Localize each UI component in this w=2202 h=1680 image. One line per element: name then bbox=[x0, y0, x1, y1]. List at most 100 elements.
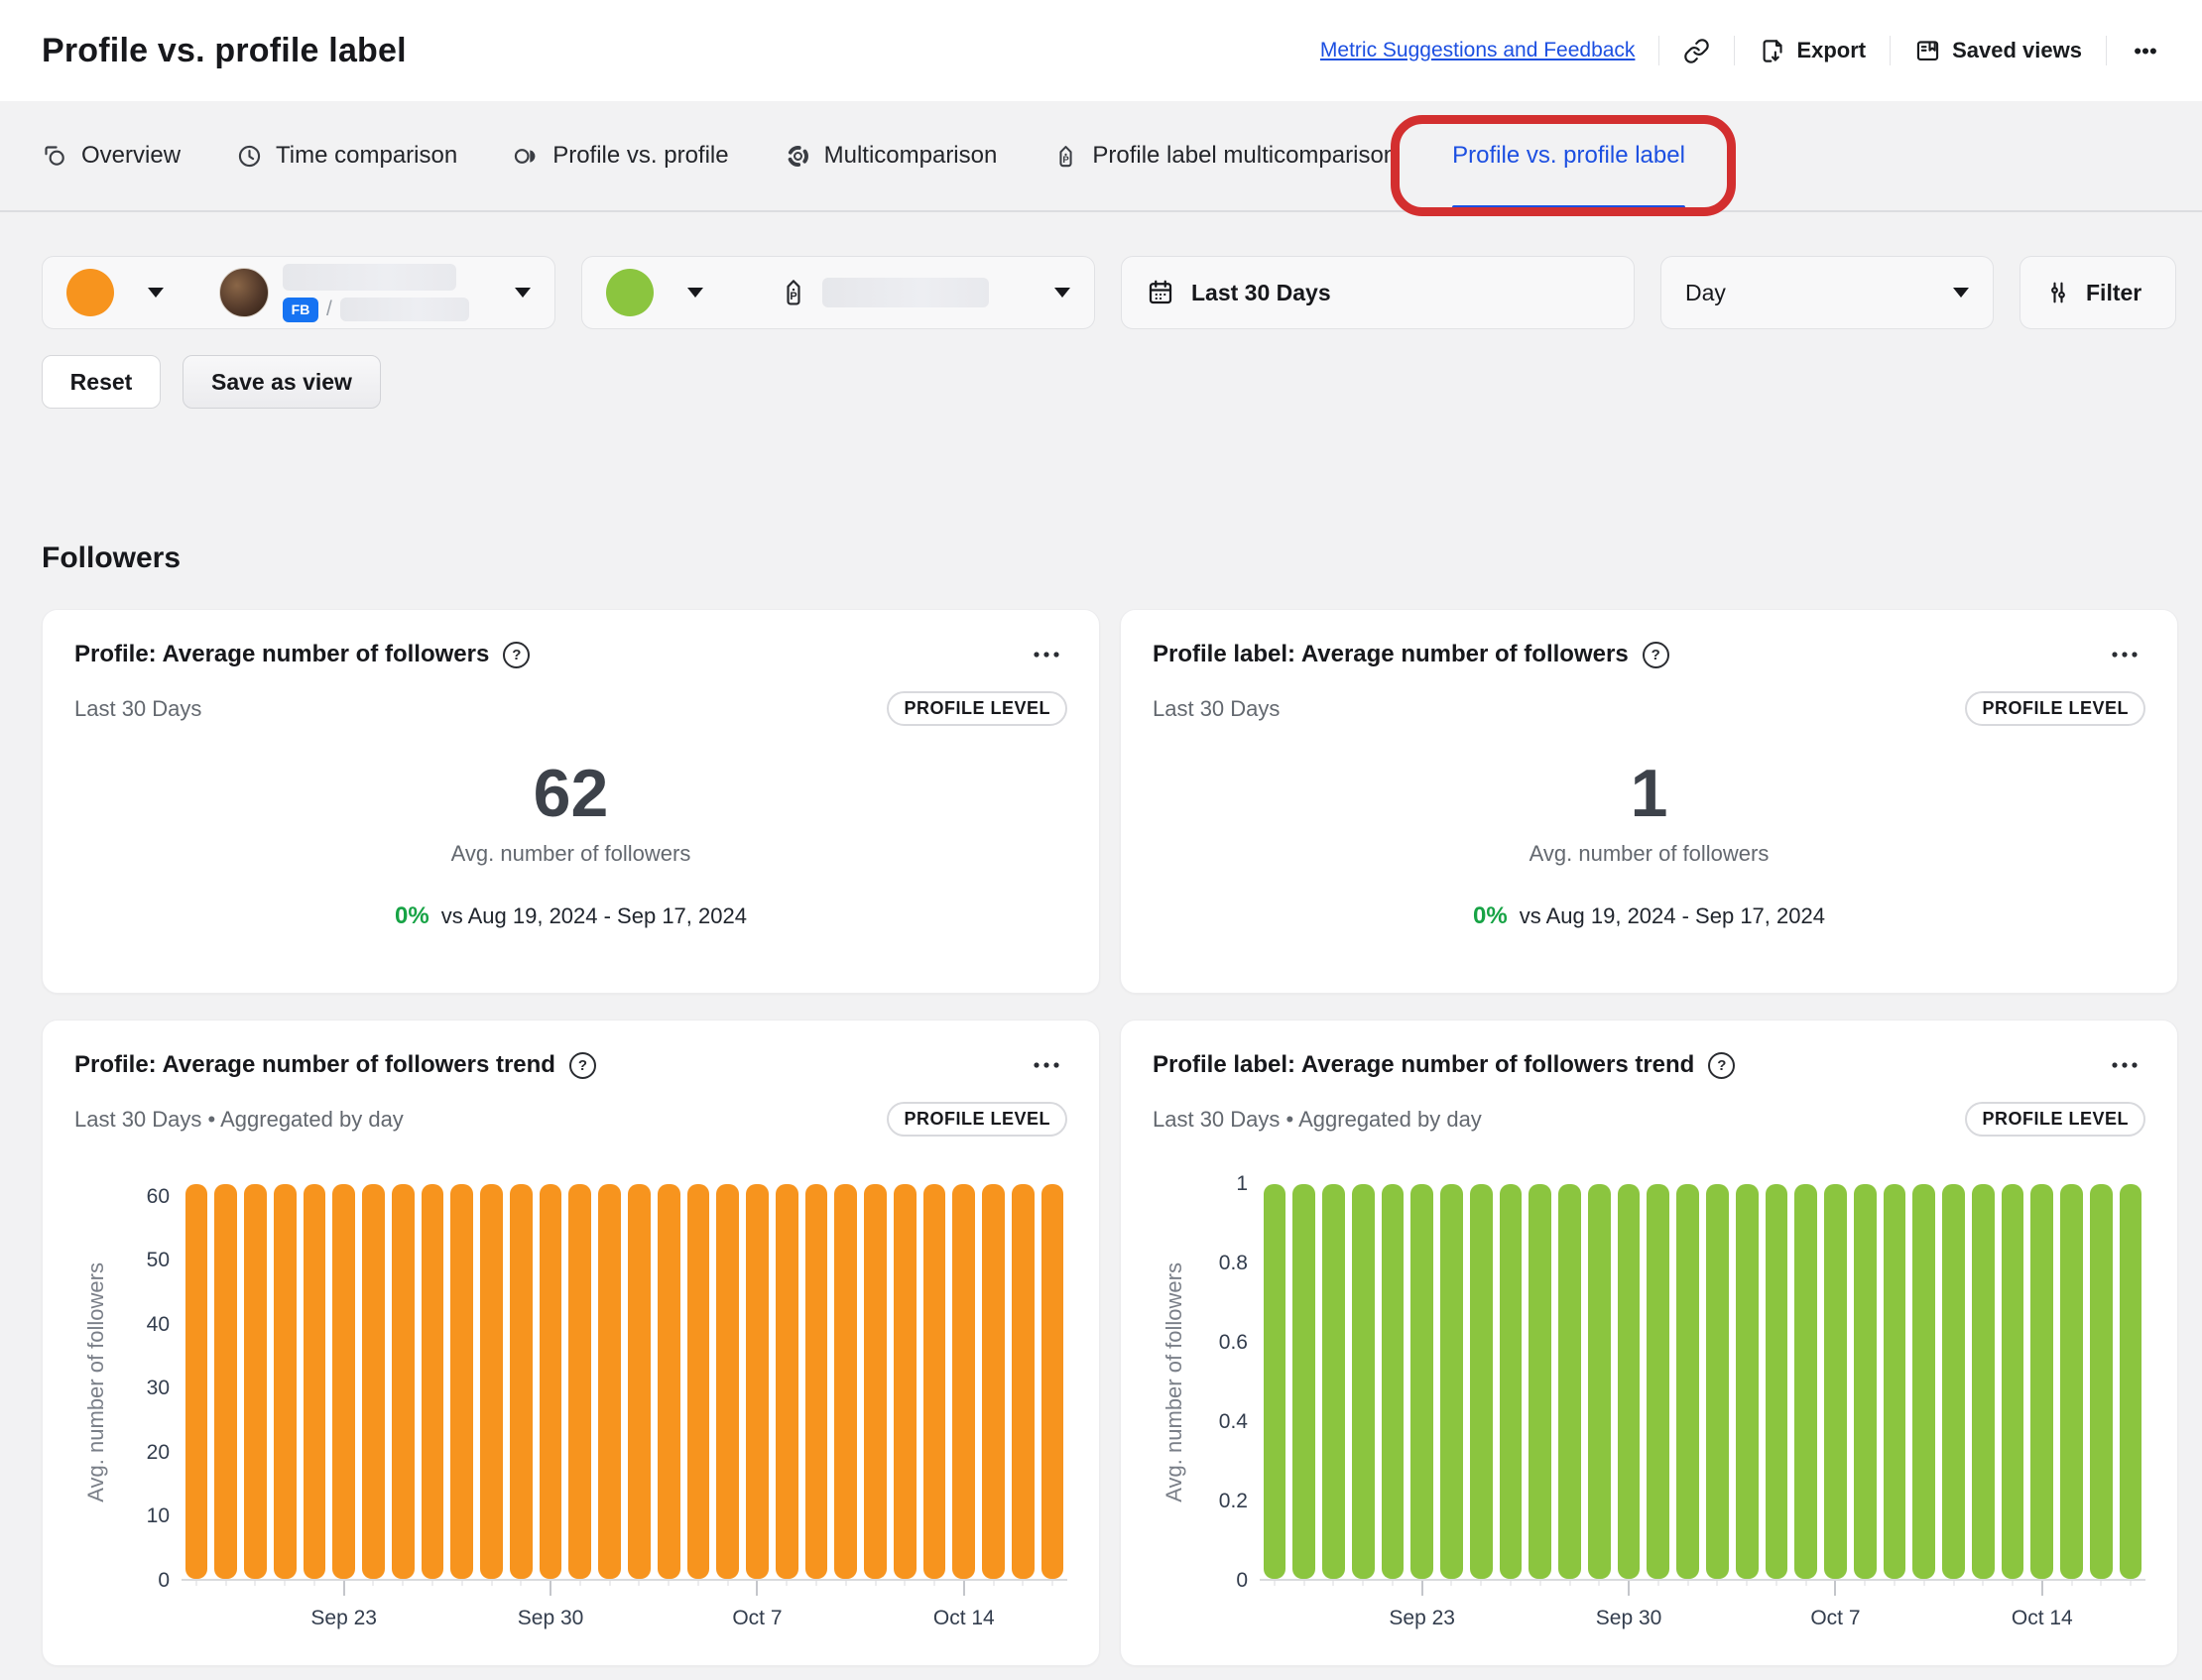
bar[interactable] bbox=[1500, 1184, 1523, 1579]
bar[interactable] bbox=[332, 1184, 355, 1579]
filter-button[interactable]: Filter bbox=[2019, 256, 2176, 329]
bar[interactable] bbox=[214, 1184, 237, 1579]
bar[interactable] bbox=[1588, 1184, 1611, 1579]
tab-overview[interactable]: Overview bbox=[42, 101, 181, 210]
bar[interactable] bbox=[1736, 1184, 1759, 1579]
bar[interactable] bbox=[716, 1184, 739, 1579]
profile-selector[interactable]: FB / bbox=[42, 256, 555, 329]
bar[interactable] bbox=[776, 1184, 798, 1579]
x-tick-minor bbox=[1747, 1581, 1748, 1586]
profile-label-selector[interactable]: P bbox=[581, 256, 1095, 329]
bar[interactable] bbox=[1766, 1184, 1788, 1579]
reset-button[interactable]: Reset bbox=[42, 355, 161, 409]
tab-multicomparison[interactable]: Multicomparison bbox=[785, 101, 998, 210]
bar[interactable] bbox=[2002, 1184, 2024, 1579]
bar[interactable] bbox=[185, 1184, 208, 1579]
bar[interactable] bbox=[598, 1184, 621, 1579]
profile-avatar bbox=[219, 268, 269, 317]
bar[interactable] bbox=[1824, 1184, 1847, 1579]
bar[interactable] bbox=[274, 1184, 297, 1579]
x-tick-minor bbox=[403, 1581, 404, 1586]
bar[interactable] bbox=[568, 1184, 591, 1579]
bar[interactable] bbox=[894, 1184, 917, 1579]
bar[interactable] bbox=[805, 1184, 828, 1579]
card-menu-button[interactable] bbox=[1026, 640, 1067, 669]
bar[interactable] bbox=[982, 1184, 1005, 1579]
granularity-control[interactable]: Day bbox=[1660, 256, 1994, 329]
bar[interactable] bbox=[1884, 1184, 1906, 1579]
bar[interactable] bbox=[658, 1184, 680, 1579]
bar[interactable] bbox=[1647, 1184, 1669, 1579]
bar[interactable] bbox=[450, 1184, 473, 1579]
bar[interactable] bbox=[1618, 1184, 1641, 1579]
export-label: Export bbox=[1796, 38, 1866, 63]
bar[interactable] bbox=[2120, 1184, 2142, 1579]
bar[interactable] bbox=[1676, 1184, 1699, 1579]
tab-profile-vs-profile[interactable]: Profile vs. profile bbox=[513, 101, 728, 210]
bar[interactable] bbox=[1440, 1184, 1463, 1579]
x-tick-minor bbox=[1923, 1581, 1924, 1586]
y-tick-label: 0.6 bbox=[1219, 1331, 1248, 1355]
bar[interactable] bbox=[1382, 1184, 1405, 1579]
bar[interactable] bbox=[952, 1184, 975, 1579]
bar[interactable] bbox=[1352, 1184, 1375, 1579]
bar[interactable] bbox=[1912, 1184, 1935, 1579]
tab-profile-vs-profile-label[interactable]: Profile vs. profile label bbox=[1452, 101, 1685, 210]
redacted-profile-name bbox=[283, 264, 456, 291]
bar[interactable] bbox=[687, 1184, 710, 1579]
tab-profile-label-multicomparison[interactable]: P Profile label multicomparison bbox=[1052, 101, 1397, 210]
bar[interactable] bbox=[422, 1184, 444, 1579]
card-menu-button[interactable] bbox=[2104, 640, 2145, 669]
bar[interactable] bbox=[540, 1184, 562, 1579]
bar[interactable] bbox=[1410, 1184, 1433, 1579]
save-as-view-button[interactable]: Save as view bbox=[183, 355, 381, 409]
bar[interactable] bbox=[2090, 1184, 2113, 1579]
export-button[interactable]: Export bbox=[1759, 38, 1866, 64]
date-range-control[interactable]: Last 30 Days bbox=[1121, 256, 1635, 329]
bar[interactable] bbox=[2060, 1184, 2083, 1579]
bars bbox=[1260, 1184, 2145, 1579]
bar[interactable] bbox=[1942, 1184, 1965, 1579]
bar[interactable] bbox=[746, 1184, 769, 1579]
bar[interactable] bbox=[1292, 1184, 1315, 1579]
profile-color-swatch[interactable] bbox=[66, 269, 114, 316]
bar[interactable] bbox=[1706, 1184, 1729, 1579]
help-icon[interactable]: ? bbox=[503, 642, 530, 668]
help-icon[interactable]: ? bbox=[1708, 1052, 1735, 1079]
bar[interactable] bbox=[1972, 1184, 1995, 1579]
bar[interactable] bbox=[480, 1184, 503, 1579]
label-tag-icon: P bbox=[1052, 143, 1079, 170]
x-tick-minor bbox=[1775, 1581, 1776, 1586]
bar[interactable] bbox=[923, 1184, 946, 1579]
help-icon[interactable]: ? bbox=[1643, 642, 1669, 668]
bar[interactable] bbox=[834, 1184, 857, 1579]
bar[interactable] bbox=[1529, 1184, 1551, 1579]
header-more-button[interactable] bbox=[2131, 38, 2160, 64]
bar[interactable] bbox=[1794, 1184, 1817, 1579]
tab-time-comparison[interactable]: Time comparison bbox=[236, 101, 457, 210]
label-color-swatch[interactable] bbox=[606, 269, 654, 316]
saved-views-button[interactable]: Saved views bbox=[1914, 38, 2082, 64]
bar[interactable] bbox=[628, 1184, 651, 1579]
copy-link-button[interactable] bbox=[1683, 38, 1710, 64]
bar[interactable] bbox=[244, 1184, 267, 1579]
y-tick-label: 40 bbox=[147, 1313, 170, 1337]
help-icon[interactable]: ? bbox=[569, 1052, 596, 1079]
card-menu-button[interactable] bbox=[1026, 1050, 1067, 1080]
bar[interactable] bbox=[1322, 1184, 1345, 1579]
bar[interactable] bbox=[1012, 1184, 1035, 1579]
y-tick-label: 20 bbox=[147, 1441, 170, 1465]
bar[interactable] bbox=[362, 1184, 385, 1579]
bar[interactable] bbox=[510, 1184, 533, 1579]
bar[interactable] bbox=[304, 1184, 326, 1579]
bar[interactable] bbox=[1264, 1184, 1286, 1579]
bar[interactable] bbox=[2030, 1184, 2053, 1579]
bar[interactable] bbox=[1470, 1184, 1493, 1579]
bar[interactable] bbox=[1558, 1184, 1581, 1579]
bar[interactable] bbox=[1041, 1184, 1064, 1579]
bar[interactable] bbox=[392, 1184, 415, 1579]
feedback-link[interactable]: Metric Suggestions and Feedback bbox=[1320, 39, 1636, 62]
card-menu-button[interactable] bbox=[2104, 1050, 2145, 1080]
bar[interactable] bbox=[1854, 1184, 1877, 1579]
bar[interactable] bbox=[864, 1184, 887, 1579]
